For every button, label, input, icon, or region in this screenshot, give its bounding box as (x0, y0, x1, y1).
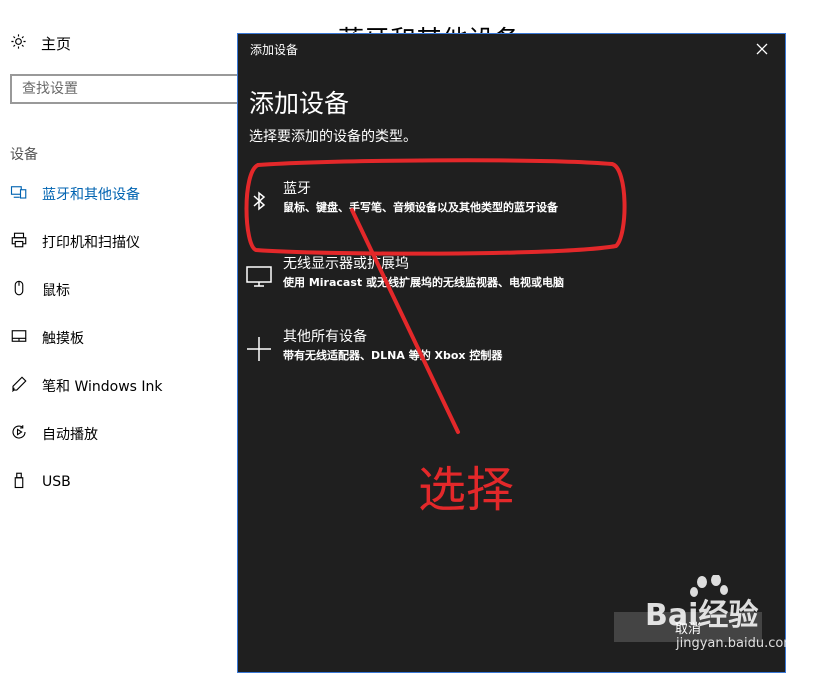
touchpad-icon (10, 327, 28, 349)
bluetooth-icon (246, 188, 272, 214)
sidebar-item-label: 鼠标 (42, 283, 70, 299)
mouse-icon (10, 279, 28, 301)
sidebar-item-printers[interactable]: 打印机和扫描仪 (10, 230, 140, 254)
sidebar-item-bluetooth[interactable]: 蓝牙和其他设备 (10, 182, 140, 206)
gear-icon (10, 33, 27, 54)
option-everything-else[interactable]: 其他所有设备 带有无线适配器、DLNA 等的 Xbox 控制器 (246, 326, 766, 376)
home-label: 主页 (41, 34, 72, 53)
sidebar-item-label: 打印机和扫描仪 (42, 235, 140, 251)
option-title: 无线显示器或扩展坞 (283, 256, 409, 272)
option-title: 其他所有设备 (283, 329, 367, 345)
annotation-label: 选择 (418, 462, 515, 518)
autoplay-icon (10, 423, 28, 445)
plus-icon (246, 336, 272, 362)
search-box[interactable] (10, 74, 250, 104)
option-description: 带有无线适配器、DLNA 等的 Xbox 控制器 (283, 349, 503, 362)
sidebar-item-label: USB (42, 474, 71, 490)
sidebar-item-pen[interactable]: 笔和 Windows Ink (10, 374, 163, 398)
close-button[interactable] (739, 34, 785, 64)
pen-icon (10, 375, 28, 397)
sidebar-item-label: 触摸板 (42, 331, 84, 347)
option-description: 使用 Miracast 或无线扩展坞的无线监视器、电视或电脑 (283, 276, 564, 289)
option-wireless-display[interactable]: 无线显示器或扩展坞 使用 Miracast 或无线扩展坞的无线监视器、电视或电脑 (246, 253, 766, 303)
dialog-window-title: 添加设备 (250, 42, 299, 57)
sidebar-item-touchpad[interactable]: 触摸板 (10, 326, 84, 350)
section-heading: 设备 (10, 147, 38, 163)
watermark-url: jingyan.baidu.com (676, 636, 796, 651)
usb-icon (10, 471, 28, 493)
monitor-icon (246, 263, 272, 289)
option-description: 鼠标、键盘、手写笔、音频设备以及其他类型的蓝牙设备 (283, 201, 558, 214)
dialog-titlebar[interactable]: 添加设备 (238, 34, 785, 64)
home-link[interactable]: 主页 (10, 32, 71, 54)
sidebar-item-label: 笔和 Windows Ink (42, 379, 163, 395)
bluetooth-devices-icon (10, 183, 28, 205)
sidebar-item-autoplay[interactable]: 自动播放 (10, 422, 98, 446)
sidebar-item-usb[interactable]: USB (10, 470, 71, 494)
option-bluetooth[interactable]: 蓝牙 鼠标、键盘、手写笔、音频设备以及其他类型的蓝牙设备 (246, 178, 766, 228)
search-input[interactable] (12, 76, 222, 102)
close-icon (756, 43, 768, 55)
option-title: 蓝牙 (283, 181, 311, 197)
sidebar-item-label: 蓝牙和其他设备 (42, 187, 140, 203)
printer-icon (10, 231, 28, 253)
dialog-heading: 添加设备 (249, 89, 350, 118)
sidebar-item-label: 自动播放 (42, 427, 98, 443)
sidebar-item-mouse[interactable]: 鼠标 (10, 278, 70, 302)
dialog-subtitle: 选择要添加的设备的类型。 (249, 129, 417, 145)
watermark-text: Bai经验 (645, 598, 759, 633)
